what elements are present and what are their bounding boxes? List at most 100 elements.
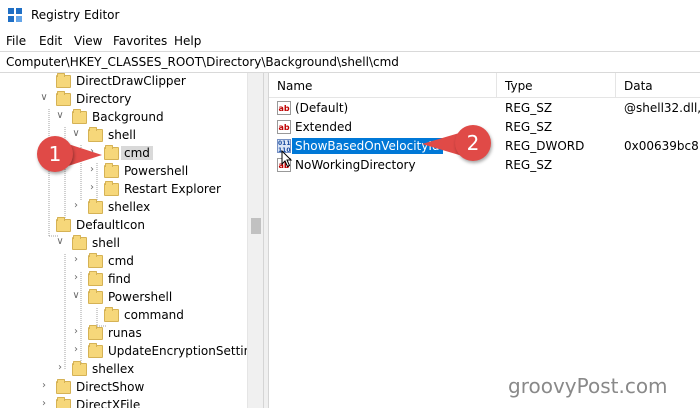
folder-icon <box>88 343 103 358</box>
folder-icon <box>72 361 87 376</box>
folder-icon <box>104 145 119 160</box>
tree-item-directdrawclipper[interactable]: DirectDrawClipper <box>0 73 247 91</box>
menu-edit[interactable]: Edit <box>39 34 62 48</box>
folder-icon <box>88 325 103 340</box>
folder-icon <box>104 163 119 178</box>
chevron-right-icon[interactable]: › <box>71 273 81 283</box>
chevron-right-icon[interactable]: › <box>39 399 49 408</box>
value-data: @shell32.dll,-8 <box>624 101 700 115</box>
tree-item-directshow[interactable]: › DirectShow <box>0 379 247 397</box>
tree-item-powershell[interactable]: › Powershell <box>0 163 247 181</box>
tree-item-updateencryptionsettings[interactable]: › UpdateEncryptionSettings <box>0 343 263 361</box>
tree-item-label: Restart Explorer <box>124 182 221 196</box>
column-divider[interactable] <box>615 73 616 98</box>
watermark-text: groovyPost.com <box>508 374 668 398</box>
chevron-down-icon[interactable]: ∨ <box>71 291 81 301</box>
string-value-icon: ab <box>277 101 291 115</box>
tree-item-label: shell <box>108 128 136 142</box>
column-header-type[interactable]: Type <box>505 79 533 93</box>
scrollbar-thumb[interactable] <box>251 218 261 234</box>
chevron-right-icon[interactable]: › <box>71 327 81 337</box>
tree-item-background-shell[interactable]: ∨ shell <box>0 127 247 145</box>
tree-item-defaulticon[interactable]: DefaultIcon <box>0 217 247 235</box>
callout-badge-1: 1 <box>37 136 73 172</box>
registry-editor-icon <box>8 8 22 22</box>
folder-icon <box>88 199 103 214</box>
tree-item-restart-explorer[interactable]: › Restart Explorer <box>0 181 247 199</box>
tree-item-shell[interactable]: ∨ shell <box>0 235 247 253</box>
value-name: (Default) <box>295 101 349 115</box>
menu-bar: File Edit View Favorites Help <box>0 31 700 51</box>
value-list: Name Type Data ab (Default) REG_SZ @shel… <box>269 73 700 408</box>
value-type: REG_SZ <box>505 120 553 134</box>
folder-icon <box>56 91 71 106</box>
tree-scrollbar[interactable] <box>247 73 263 408</box>
folder-icon <box>56 379 71 394</box>
folder-icon <box>56 217 71 232</box>
tree-item-background[interactable]: ∨ Background <box>0 109 247 127</box>
folder-icon <box>56 397 71 408</box>
tree-item-label: cmd <box>121 146 153 160</box>
tree-item-label: Powershell <box>124 164 189 178</box>
value-name: NoWorkingDirectory <box>295 158 416 172</box>
tree-item-directory[interactable]: ∨ Directory <box>0 91 247 109</box>
tree-item-label: shellex <box>108 200 151 214</box>
folder-icon <box>88 253 103 268</box>
value-row-default[interactable]: ab (Default) REG_SZ @shell32.dll,-8 <box>269 99 700 118</box>
chevron-right-icon[interactable]: › <box>71 201 81 211</box>
tree-item-directxfile[interactable]: › DirectXFile <box>0 397 247 408</box>
menu-favorites[interactable]: Favorites <box>113 34 167 48</box>
list-header: Name Type Data <box>269 73 700 98</box>
tree-item-shell-shellex[interactable]: › shellex <box>0 361 247 379</box>
chevron-right-icon[interactable]: › <box>55 363 65 373</box>
key-tree: DirectDrawClipper ∨ Directory ∨ Backgrou… <box>0 73 263 408</box>
tree-item-shell-powershell[interactable]: ∨ Powershell <box>0 289 247 307</box>
folder-icon <box>56 73 71 88</box>
tree-item-label: command <box>124 308 184 322</box>
chevron-right-icon[interactable]: › <box>71 255 81 265</box>
value-name: Extended <box>295 120 352 134</box>
address-bar[interactable]: Computer\HKEY_CLASSES_ROOT\Directory\Bac… <box>0 51 700 73</box>
tree-item-find[interactable]: › find <box>0 271 247 289</box>
chevron-down-icon[interactable]: ∨ <box>55 111 65 121</box>
tree-item-label: Powershell <box>108 290 173 304</box>
tree-item-shell-cmd[interactable]: › cmd <box>0 253 247 271</box>
tree-item-label: shellex <box>92 362 135 376</box>
tree-item-label: shell <box>92 236 120 250</box>
column-header-data[interactable]: Data <box>624 79 653 93</box>
menu-view[interactable]: View <box>74 34 102 48</box>
mouse-pointer-icon <box>281 150 293 168</box>
column-header-name[interactable]: Name <box>277 79 312 93</box>
chevron-right-icon[interactable]: › <box>87 183 97 193</box>
title-bar: Registry Editor <box>0 0 700 31</box>
address-path[interactable]: Computer\HKEY_CLASSES_ROOT\Directory\Bac… <box>6 55 399 69</box>
tree-item-label: DefaultIcon <box>76 218 145 232</box>
window-title: Registry Editor <box>31 8 120 22</box>
tree-item-label: Background <box>92 110 164 124</box>
chevron-down-icon[interactable]: ∨ <box>39 93 49 103</box>
tree-item-label: Directory <box>76 92 132 106</box>
chevron-right-icon[interactable]: › <box>39 381 49 391</box>
value-type: REG_SZ <box>505 101 553 115</box>
callout-badge-2: 2 <box>455 125 491 161</box>
chevron-down-icon[interactable]: ∨ <box>55 237 65 247</box>
column-divider[interactable] <box>496 73 497 98</box>
tree-item-runas[interactable]: › runas <box>0 325 247 343</box>
folder-icon <box>88 289 103 304</box>
tree-item-label: DirectXFile <box>76 398 141 408</box>
tree-item-shellex[interactable]: › shellex <box>0 199 247 217</box>
chevron-right-icon[interactable]: › <box>71 345 81 355</box>
tree-item-label: UpdateEncryptionSettings <box>108 344 263 358</box>
folder-icon <box>72 235 87 250</box>
tree-item-label: DirectDrawClipper <box>76 74 186 88</box>
menu-help[interactable]: Help <box>174 34 201 48</box>
tree-item-label: find <box>108 272 131 286</box>
value-data: 0x00639bc8 (6 <box>624 139 700 153</box>
folder-icon <box>88 271 103 286</box>
value-row-noworkingdirectory[interactable]: ab NoWorkingDirectory REG_SZ <box>269 156 700 175</box>
tree-item-label: runas <box>108 326 142 340</box>
string-value-icon: ab <box>277 120 291 134</box>
menu-file[interactable]: File <box>6 34 26 48</box>
tree-item-label: cmd <box>108 254 134 268</box>
tree-item-command[interactable]: command <box>0 307 247 325</box>
